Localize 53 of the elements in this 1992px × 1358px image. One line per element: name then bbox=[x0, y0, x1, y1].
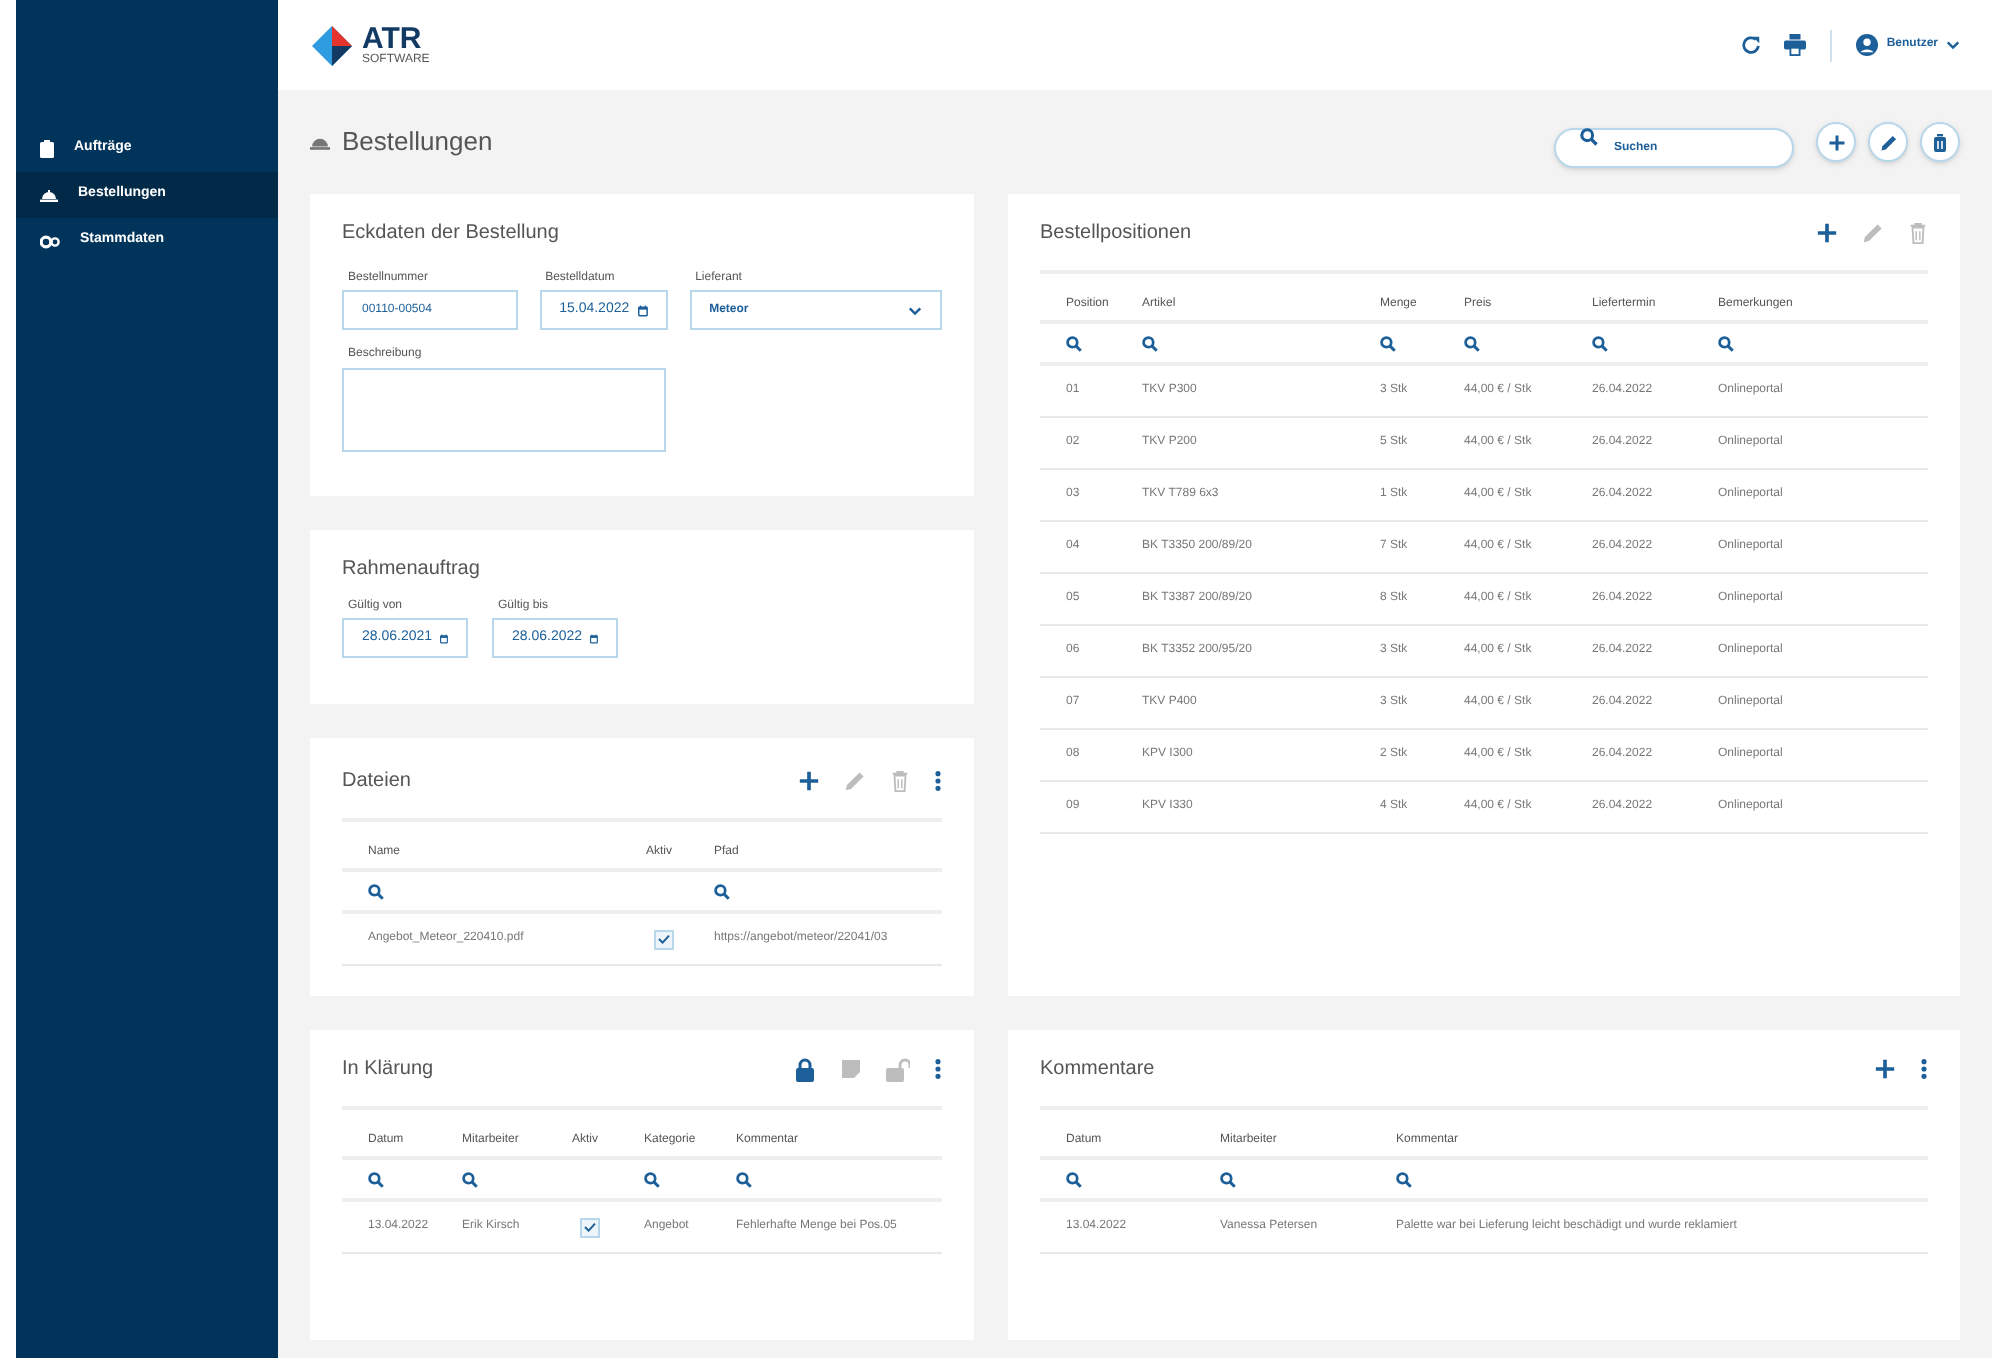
logo-text: ATR bbox=[362, 24, 422, 54]
search-icon bbox=[368, 883, 384, 899]
card-title: Kommentare bbox=[1040, 1056, 1155, 1084]
search-icon bbox=[1580, 127, 1598, 145]
calendar-icon bbox=[590, 629, 598, 647]
card-title: Dateien bbox=[342, 768, 411, 796]
add-icon[interactable] bbox=[1827, 133, 1845, 151]
search-icon bbox=[644, 1171, 660, 1187]
service-bell-icon bbox=[40, 188, 58, 202]
search-icon bbox=[1464, 335, 1480, 351]
checkmark-icon bbox=[658, 934, 670, 944]
add-icon[interactable] bbox=[1816, 222, 1838, 244]
more-icon[interactable] bbox=[934, 1058, 942, 1080]
search-icon bbox=[714, 883, 730, 899]
search-icon bbox=[1396, 1171, 1412, 1187]
add-icon[interactable] bbox=[1874, 1058, 1896, 1080]
card-title: In Klärung bbox=[342, 1056, 434, 1084]
checkbox[interactable] bbox=[580, 1217, 600, 1237]
user-avatar-icon bbox=[1856, 34, 1879, 56]
calendar-icon bbox=[637, 301, 648, 319]
edit-button[interactable] bbox=[1868, 122, 1908, 162]
service-bell-icon bbox=[310, 134, 330, 150]
card-title: Rahmenauftrag bbox=[342, 556, 480, 584]
printer-icon[interactable] bbox=[1784, 34, 1807, 56]
more-icon[interactable] bbox=[1920, 1058, 1928, 1080]
search-icon bbox=[736, 1171, 752, 1187]
delete-button[interactable] bbox=[1920, 122, 1960, 162]
search-icon bbox=[1142, 335, 1158, 351]
search-icon bbox=[462, 1171, 478, 1187]
lock-icon[interactable] bbox=[794, 1057, 816, 1081]
search-icon bbox=[1718, 335, 1734, 351]
calendar-icon bbox=[440, 629, 448, 647]
search-icon bbox=[1066, 335, 1082, 351]
cube-logo-icon bbox=[310, 23, 354, 67]
checkmark-icon bbox=[584, 1222, 596, 1232]
pencil-icon[interactable] bbox=[1879, 133, 1897, 151]
search-icon bbox=[1220, 1171, 1236, 1187]
chevron-down-icon bbox=[1946, 40, 1960, 50]
card-title: Eckdaten der Bestellung bbox=[342, 220, 559, 248]
reload-icon[interactable] bbox=[1740, 34, 1763, 56]
add-icon[interactable] bbox=[798, 770, 820, 792]
search-icon bbox=[368, 1171, 384, 1187]
trash-icon bbox=[1932, 133, 1948, 151]
checkbox[interactable] bbox=[654, 929, 674, 949]
page-title: Bestellungen bbox=[342, 124, 493, 161]
chevron-down-icon bbox=[908, 305, 922, 315]
clipboard-icon bbox=[40, 140, 54, 158]
card-title: Bestellpositionen bbox=[1040, 220, 1192, 248]
search-icon bbox=[1592, 335, 1608, 351]
more-icon[interactable] bbox=[934, 770, 942, 792]
add-button[interactable] bbox=[1816, 122, 1856, 162]
search-icon bbox=[1066, 1171, 1082, 1187]
search-icon bbox=[1380, 335, 1396, 351]
